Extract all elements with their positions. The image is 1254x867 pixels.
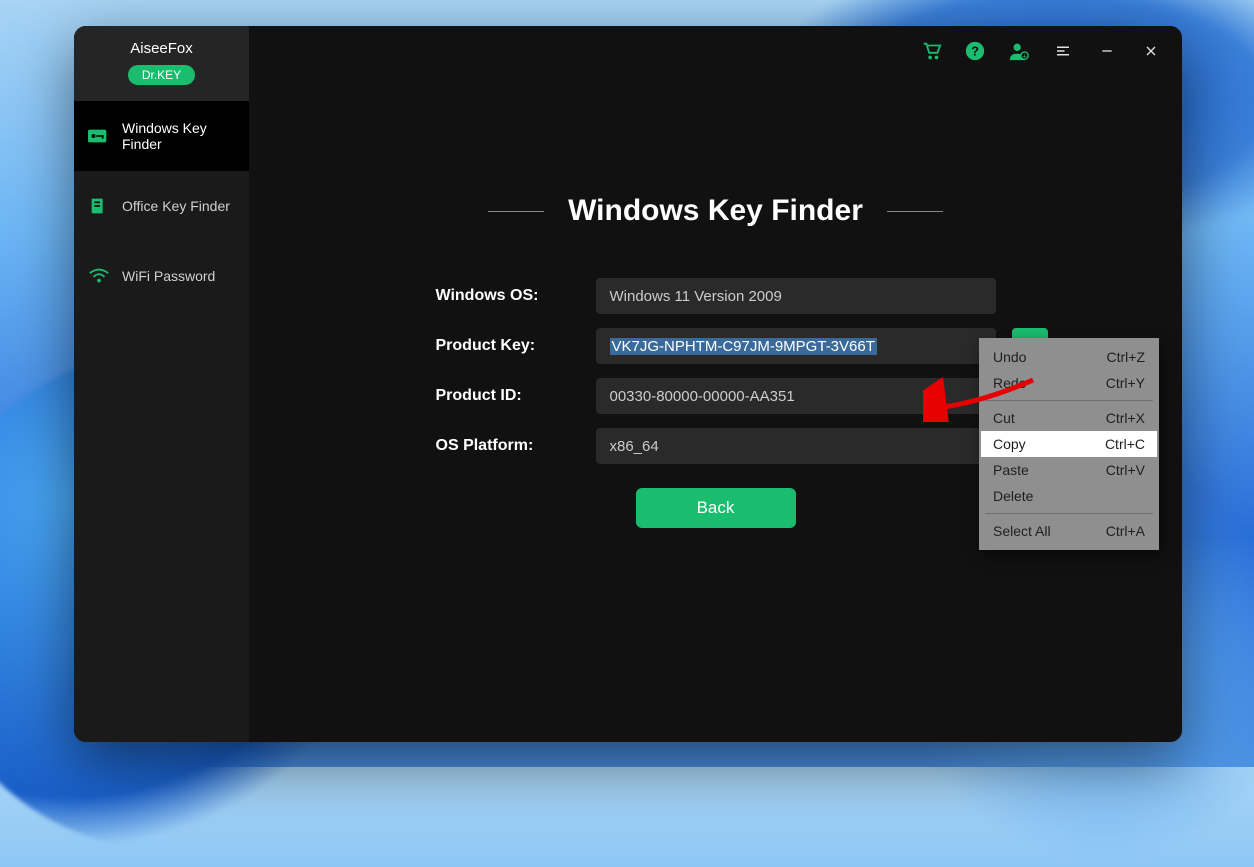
- back-button[interactable]: Back: [636, 488, 796, 528]
- label-os-platform: OS Platform:: [436, 437, 566, 455]
- value-windows-os: Windows 11 Version 2009: [610, 288, 782, 305]
- sidebar-item-wifi-password[interactable]: WiFi Password: [74, 241, 249, 311]
- svg-text:+: +: [1022, 51, 1026, 60]
- sidebar-item-label: WiFi Password: [122, 268, 215, 284]
- label-product-id: Product ID:: [436, 387, 566, 405]
- ctx-shortcut: Ctrl+Z: [1107, 349, 1146, 365]
- context-menu: Undo Ctrl+Z Redo Ctrl+Y Cut Ctrl+X Copy …: [979, 338, 1159, 550]
- ctx-shortcut: Ctrl+V: [1106, 462, 1145, 478]
- page-title-wrap: Windows Key Finder: [249, 194, 1182, 228]
- row-product-id: Product ID: 00330-80000-00000-AA351: [436, 378, 996, 414]
- ctx-label: Select All: [993, 523, 1051, 539]
- help-icon[interactable]: ?: [964, 40, 986, 62]
- ctx-select-all[interactable]: Select All Ctrl+A: [981, 518, 1157, 544]
- wifi-icon: [88, 267, 110, 285]
- office-icon: [88, 197, 110, 215]
- ctx-label: Cut: [993, 410, 1015, 426]
- row-product-key: Product Key: VK7JG-NPHTM-C97JM-9MPGT-3V6…: [436, 328, 996, 364]
- value-os-platform: x86_64: [610, 438, 659, 455]
- page-title: Windows Key Finder: [568, 194, 863, 228]
- key-finder-icon: [88, 127, 110, 145]
- ctx-delete[interactable]: Delete: [981, 483, 1157, 509]
- sidebar: AiseeFox Dr.KEY Windows Key Finder Offic…: [74, 26, 249, 742]
- field-os-platform[interactable]: x86_64: [596, 428, 996, 464]
- close-icon[interactable]: [1140, 40, 1162, 62]
- field-product-id[interactable]: 00330-80000-00000-AA351: [596, 378, 996, 414]
- field-product-key[interactable]: VK7JG-NPHTM-C97JM-9MPGT-3V66T: [596, 328, 996, 364]
- minimize-icon[interactable]: [1096, 40, 1118, 62]
- field-windows-os[interactable]: Windows 11 Version 2009: [596, 278, 996, 314]
- form-area: Windows OS: Windows 11 Version 2009 Prod…: [436, 278, 996, 528]
- cart-icon[interactable]: [920, 40, 942, 62]
- title-divider-left: [488, 211, 544, 212]
- ctx-redo[interactable]: Redo Ctrl+Y: [981, 370, 1157, 396]
- label-windows-os: Windows OS:: [436, 287, 566, 305]
- ctx-shortcut: Ctrl+A: [1106, 523, 1145, 539]
- titlebar: ? +: [920, 40, 1162, 62]
- label-product-key: Product Key:: [436, 337, 566, 355]
- sidebar-item-label: Office Key Finder: [122, 198, 230, 214]
- ctx-undo[interactable]: Undo Ctrl+Z: [981, 344, 1157, 370]
- ctx-label: Paste: [993, 462, 1029, 478]
- brand-name: AiseeFox: [74, 40, 249, 57]
- row-windows-os: Windows OS: Windows 11 Version 2009: [436, 278, 996, 314]
- menu-icon[interactable]: [1052, 40, 1074, 62]
- ctx-shortcut: Ctrl+C: [1105, 436, 1145, 452]
- brand-badge: Dr.KEY: [128, 65, 195, 85]
- ctx-label: Delete: [993, 488, 1033, 504]
- main-area: ? + Windows Key Finder Windows OS:: [249, 26, 1182, 742]
- sidebar-item-office-key-finder[interactable]: Office Key Finder: [74, 171, 249, 241]
- row-os-platform: OS Platform: x86_64: [436, 428, 996, 464]
- sidebar-item-windows-key-finder[interactable]: Windows Key Finder: [74, 101, 249, 171]
- value-product-key: VK7JG-NPHTM-C97JM-9MPGT-3V66T: [610, 338, 877, 355]
- brand-area: AiseeFox Dr.KEY: [74, 26, 249, 101]
- user-add-icon[interactable]: +: [1008, 40, 1030, 62]
- ctx-copy[interactable]: Copy Ctrl+C: [981, 431, 1157, 457]
- ctx-label: Copy: [993, 436, 1026, 452]
- svg-text:?: ?: [971, 44, 979, 59]
- ctx-paste[interactable]: Paste Ctrl+V: [981, 457, 1157, 483]
- ctx-label: Undo: [993, 349, 1026, 365]
- title-divider-right: [887, 211, 943, 212]
- ctx-label: Redo: [993, 375, 1026, 391]
- app-window: AiseeFox Dr.KEY Windows Key Finder Offic…: [74, 26, 1182, 742]
- sidebar-item-label: Windows Key Finder: [122, 120, 235, 152]
- ctx-shortcut: Ctrl+X: [1106, 410, 1145, 426]
- ctx-cut[interactable]: Cut Ctrl+X: [981, 405, 1157, 431]
- ctx-shortcut: Ctrl+Y: [1106, 375, 1145, 391]
- value-product-id: 00330-80000-00000-AA351: [610, 388, 795, 405]
